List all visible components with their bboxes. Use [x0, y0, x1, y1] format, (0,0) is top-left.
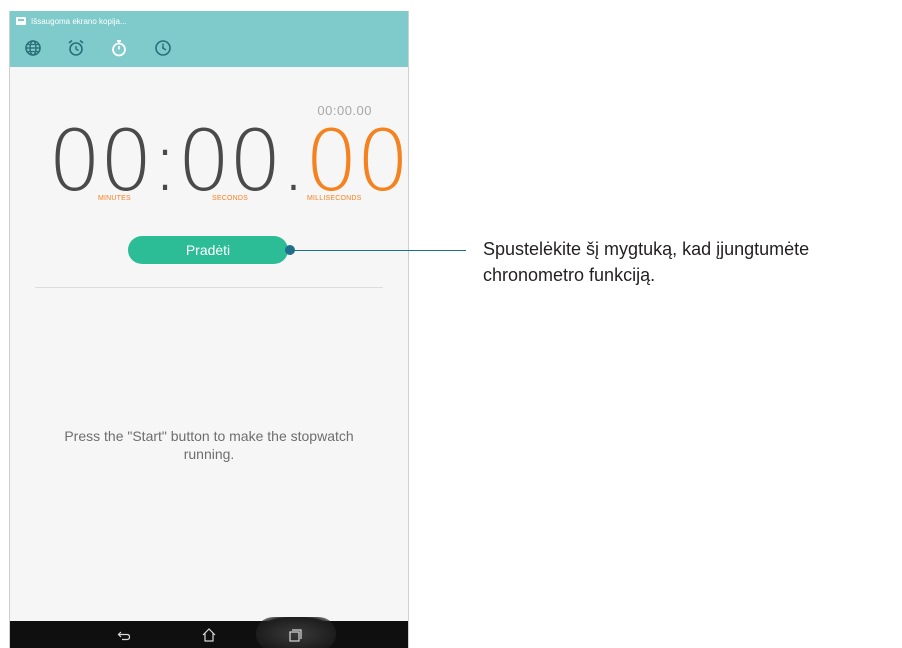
globe-icon [25, 40, 41, 56]
screenshot-notification-icon [16, 17, 26, 25]
alarm-clock-icon [68, 39, 84, 56]
stopwatch-icon [112, 40, 126, 57]
start-hint-text: Press the "Start" button to make the sto… [64, 428, 354, 462]
clock-tabs [10, 35, 408, 63]
callout-text: Spustelėkite šį mygtuką, kad įjungtumėte… [483, 239, 810, 285]
seconds-label: SECONDS [212, 195, 249, 202]
navigation-bar [10, 617, 408, 648]
dot-separator: . [280, 112, 307, 210]
tab-stopwatch[interactable] [108, 37, 130, 59]
colon-separator: : [150, 112, 179, 210]
callout-line [290, 250, 466, 251]
back-icon [117, 631, 131, 641]
recent-apps-button[interactable] [283, 625, 307, 645]
back-button[interactable] [112, 625, 136, 645]
divider [35, 287, 383, 288]
app-header: Išsaugoma ekrano kopija... [10, 11, 408, 67]
minutes-label: MINUTES [98, 195, 131, 202]
status-notification-text: Išsaugoma ekrano kopija... [31, 16, 127, 26]
milliseconds-label: MILLISECONDS [307, 195, 362, 202]
status-bar: Išsaugoma ekrano kopija... [16, 15, 127, 27]
start-button[interactable]: Pradėti [128, 236, 288, 264]
tab-timer[interactable] [152, 37, 174, 59]
recent-apps-icon [289, 629, 302, 642]
tab-world-clock[interactable] [22, 37, 44, 59]
home-icon [202, 628, 216, 642]
tab-alarm[interactable] [65, 37, 87, 59]
home-button[interactable] [197, 625, 221, 645]
timer-icon [155, 40, 171, 56]
phone-screen: Išsaugoma ekrano kopija... 00:00.00 00:… [9, 11, 409, 648]
